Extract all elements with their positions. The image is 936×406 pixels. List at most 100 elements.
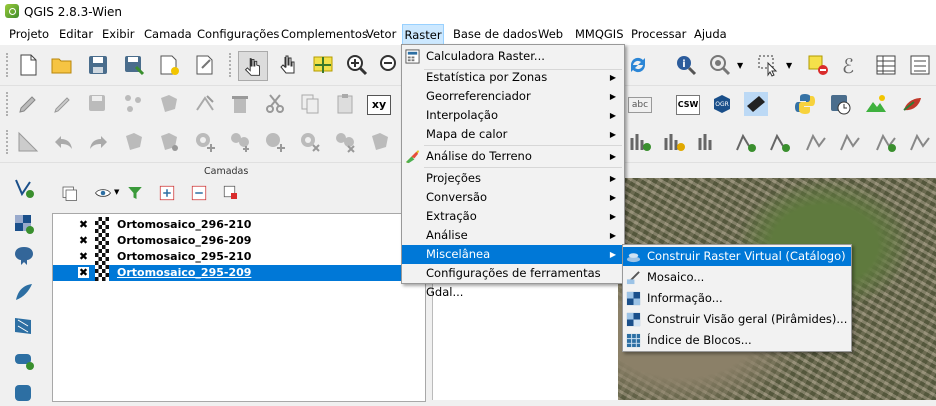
paste-features-icon[interactable] xyxy=(333,92,357,116)
menu-item-raster-calculator[interactable]: Calculadora Raster... xyxy=(402,47,624,66)
menu-item-tile-index[interactable]: Índice de Blocos... xyxy=(623,331,851,350)
menu-configuracoes[interactable]: Configurações xyxy=(197,24,279,45)
save-edits-icon[interactable] xyxy=(86,92,110,116)
identify-features-icon[interactable]: i xyxy=(674,53,698,77)
menu-item-information[interactable]: Informação... xyxy=(623,289,851,308)
snapping-icon[interactable] xyxy=(16,130,40,154)
split-features-icon[interactable] xyxy=(838,130,862,154)
menu-item-interpolation[interactable]: Interpolação ▶ xyxy=(402,106,624,125)
menu-item-zonal-statistics[interactable]: Estatística por Zonas ▶ xyxy=(402,68,624,87)
menu-item-extraction[interactable]: Extração ▶ xyxy=(402,207,624,226)
menu-complementos[interactable]: Complementos xyxy=(281,24,368,45)
tablet-plugin-icon[interactable] xyxy=(744,92,768,116)
layer-visibility-checkbox[interactable]: ✖ xyxy=(78,235,89,246)
node-tool-icon[interactable] xyxy=(193,92,217,116)
attribute-table-icon[interactable] xyxy=(874,53,898,77)
raster-stretch-2-icon[interactable] xyxy=(696,130,720,154)
zoom-in-icon[interactable] xyxy=(345,53,369,77)
menu-item-merge[interactable]: Mosaico... xyxy=(623,268,851,287)
menu-item-miscellaneous[interactable]: Miscelânea ▶ xyxy=(402,245,624,264)
manage-visibility-icon[interactable] xyxy=(94,184,112,202)
menu-item-terrain-analysis[interactable]: Análise do Terreno ▶ xyxy=(402,147,624,166)
delete-part-icon[interactable] xyxy=(333,130,357,154)
remove-layer-icon[interactable] xyxy=(222,184,240,202)
fill-ring-icon[interactable] xyxy=(263,130,287,154)
time-manager-icon[interactable] xyxy=(828,92,852,116)
save-as-icon[interactable] xyxy=(122,53,146,77)
dropdown-arrow-icon[interactable]: ▼ xyxy=(786,61,792,70)
add-vector-layer-icon[interactable] xyxy=(12,176,36,200)
raster-stretch-icon[interactable] xyxy=(662,130,686,154)
save-project-icon[interactable] xyxy=(86,53,110,77)
toolbar-grip[interactable] xyxy=(6,130,12,154)
add-delimited-text-icon[interactable] xyxy=(12,348,36,372)
collapse-all-icon[interactable] xyxy=(190,184,208,202)
menu-item-build-virtual-raster[interactable]: Construir Raster Virtual (Catálogo) ... xyxy=(623,247,851,282)
layer-item-selected[interactable]: ✖ Ortomosaico_295-209 xyxy=(53,265,425,281)
menu-base-de-dados[interactable]: Base de dados xyxy=(453,24,537,45)
toggle-editing-icon[interactable] xyxy=(50,92,74,116)
menu-item-conversion[interactable]: Conversão ▶ xyxy=(402,188,624,207)
merge-attributes-icon[interactable] xyxy=(908,130,932,154)
current-edits-icon[interactable] xyxy=(16,92,40,116)
zoom-out-icon[interactable] xyxy=(378,53,402,77)
terrain-profile-icon[interactable] xyxy=(864,92,888,116)
pan-map-icon[interactable] xyxy=(276,53,300,77)
merge-features-icon[interactable] xyxy=(874,130,898,154)
new-project-icon[interactable] xyxy=(16,53,40,77)
add-part-icon[interactable] xyxy=(228,130,252,154)
xy-coordinates-icon[interactable]: xy xyxy=(367,95,391,115)
menu-web[interactable]: Web xyxy=(538,24,563,45)
pan-to-selection-icon[interactable] xyxy=(311,53,335,77)
dropdown-arrow-icon[interactable]: ▼ xyxy=(737,61,743,70)
undo-icon[interactable] xyxy=(52,130,76,154)
expression-select-icon[interactable]: ℰ xyxy=(842,54,854,78)
rotate-feature-icon[interactable] xyxy=(122,130,146,154)
toolbar-grip[interactable] xyxy=(6,53,12,77)
raster-histogram-icon[interactable] xyxy=(628,130,652,154)
menu-item-projections[interactable]: Projeções ▶ xyxy=(402,169,624,188)
layer-item[interactable]: ✖ Ortomosaico_296-209 xyxy=(53,233,425,249)
menu-editar[interactable]: Editar xyxy=(59,24,93,45)
ogr-converter-icon[interactable]: OGR xyxy=(710,92,734,116)
menu-camada[interactable]: Camada xyxy=(144,24,192,45)
layer-item[interactable]: ✖ Ortomosaico_296-210 xyxy=(53,217,425,233)
menu-item-gdal-tools-settings[interactable]: Configurações de ferramentas Gdal... xyxy=(402,264,624,299)
menu-item-georeferencer[interactable]: Georreferenciador ▶ xyxy=(402,87,624,106)
layer-item[interactable]: ✖ Ortomosaico_295-210 xyxy=(53,249,425,265)
menu-vetor[interactable]: Vetor xyxy=(366,24,396,45)
add-mssql-layer-icon[interactable] xyxy=(12,382,36,406)
move-feature-icon[interactable] xyxy=(157,92,181,116)
menu-raster[interactable]: Raster xyxy=(402,24,444,45)
refresh-icon[interactable] xyxy=(626,53,650,77)
menu-mmqgis[interactable]: MMQGIS xyxy=(575,24,624,45)
add-spatialite-layer-icon[interactable] xyxy=(12,280,36,304)
add-raster-layer-icon[interactable] xyxy=(12,212,36,236)
add-feature-icon[interactable] xyxy=(122,92,146,116)
menu-exibir[interactable]: Exibir xyxy=(102,24,135,45)
simplify-feature-icon[interactable] xyxy=(157,130,181,154)
layer-visibility-checkbox[interactable]: ✖ xyxy=(78,251,89,262)
add-ring-icon[interactable] xyxy=(193,130,217,154)
toolbar-grip[interactable] xyxy=(229,53,235,77)
add-vertex-icon[interactable] xyxy=(734,130,758,154)
menu-processar[interactable]: Processar xyxy=(631,24,686,45)
label-abc-icon[interactable]: abc xyxy=(628,97,652,113)
add-postgis-layer-icon[interactable] xyxy=(12,244,36,268)
layer-visibility-checkbox[interactable]: ✖ xyxy=(78,219,89,230)
cut-features-icon[interactable] xyxy=(263,92,287,116)
python-console-icon[interactable] xyxy=(793,92,817,116)
menu-item-heatmap[interactable]: Mapa de calor ▶ xyxy=(402,125,624,144)
menu-item-build-overviews[interactable]: Construir Visão geral (Pirâmides)... xyxy=(623,310,851,329)
menu-ajuda[interactable]: Ajuda xyxy=(694,24,727,45)
touch-zoom-pan-icon[interactable] xyxy=(238,51,268,81)
expand-all-icon[interactable] xyxy=(158,184,176,202)
visibility-dropdown-icon[interactable]: ▼ xyxy=(114,188,119,196)
composer-manager-icon[interactable] xyxy=(193,53,217,77)
redo-icon[interactable] xyxy=(86,130,110,154)
reshape-features-icon[interactable] xyxy=(368,130,392,154)
layer-visibility-checkbox[interactable]: ✖ xyxy=(78,267,89,278)
copy-features-icon[interactable] xyxy=(298,92,322,116)
deselect-features-icon[interactable] xyxy=(806,53,830,77)
filter-legend-icon[interactable] xyxy=(126,184,144,202)
